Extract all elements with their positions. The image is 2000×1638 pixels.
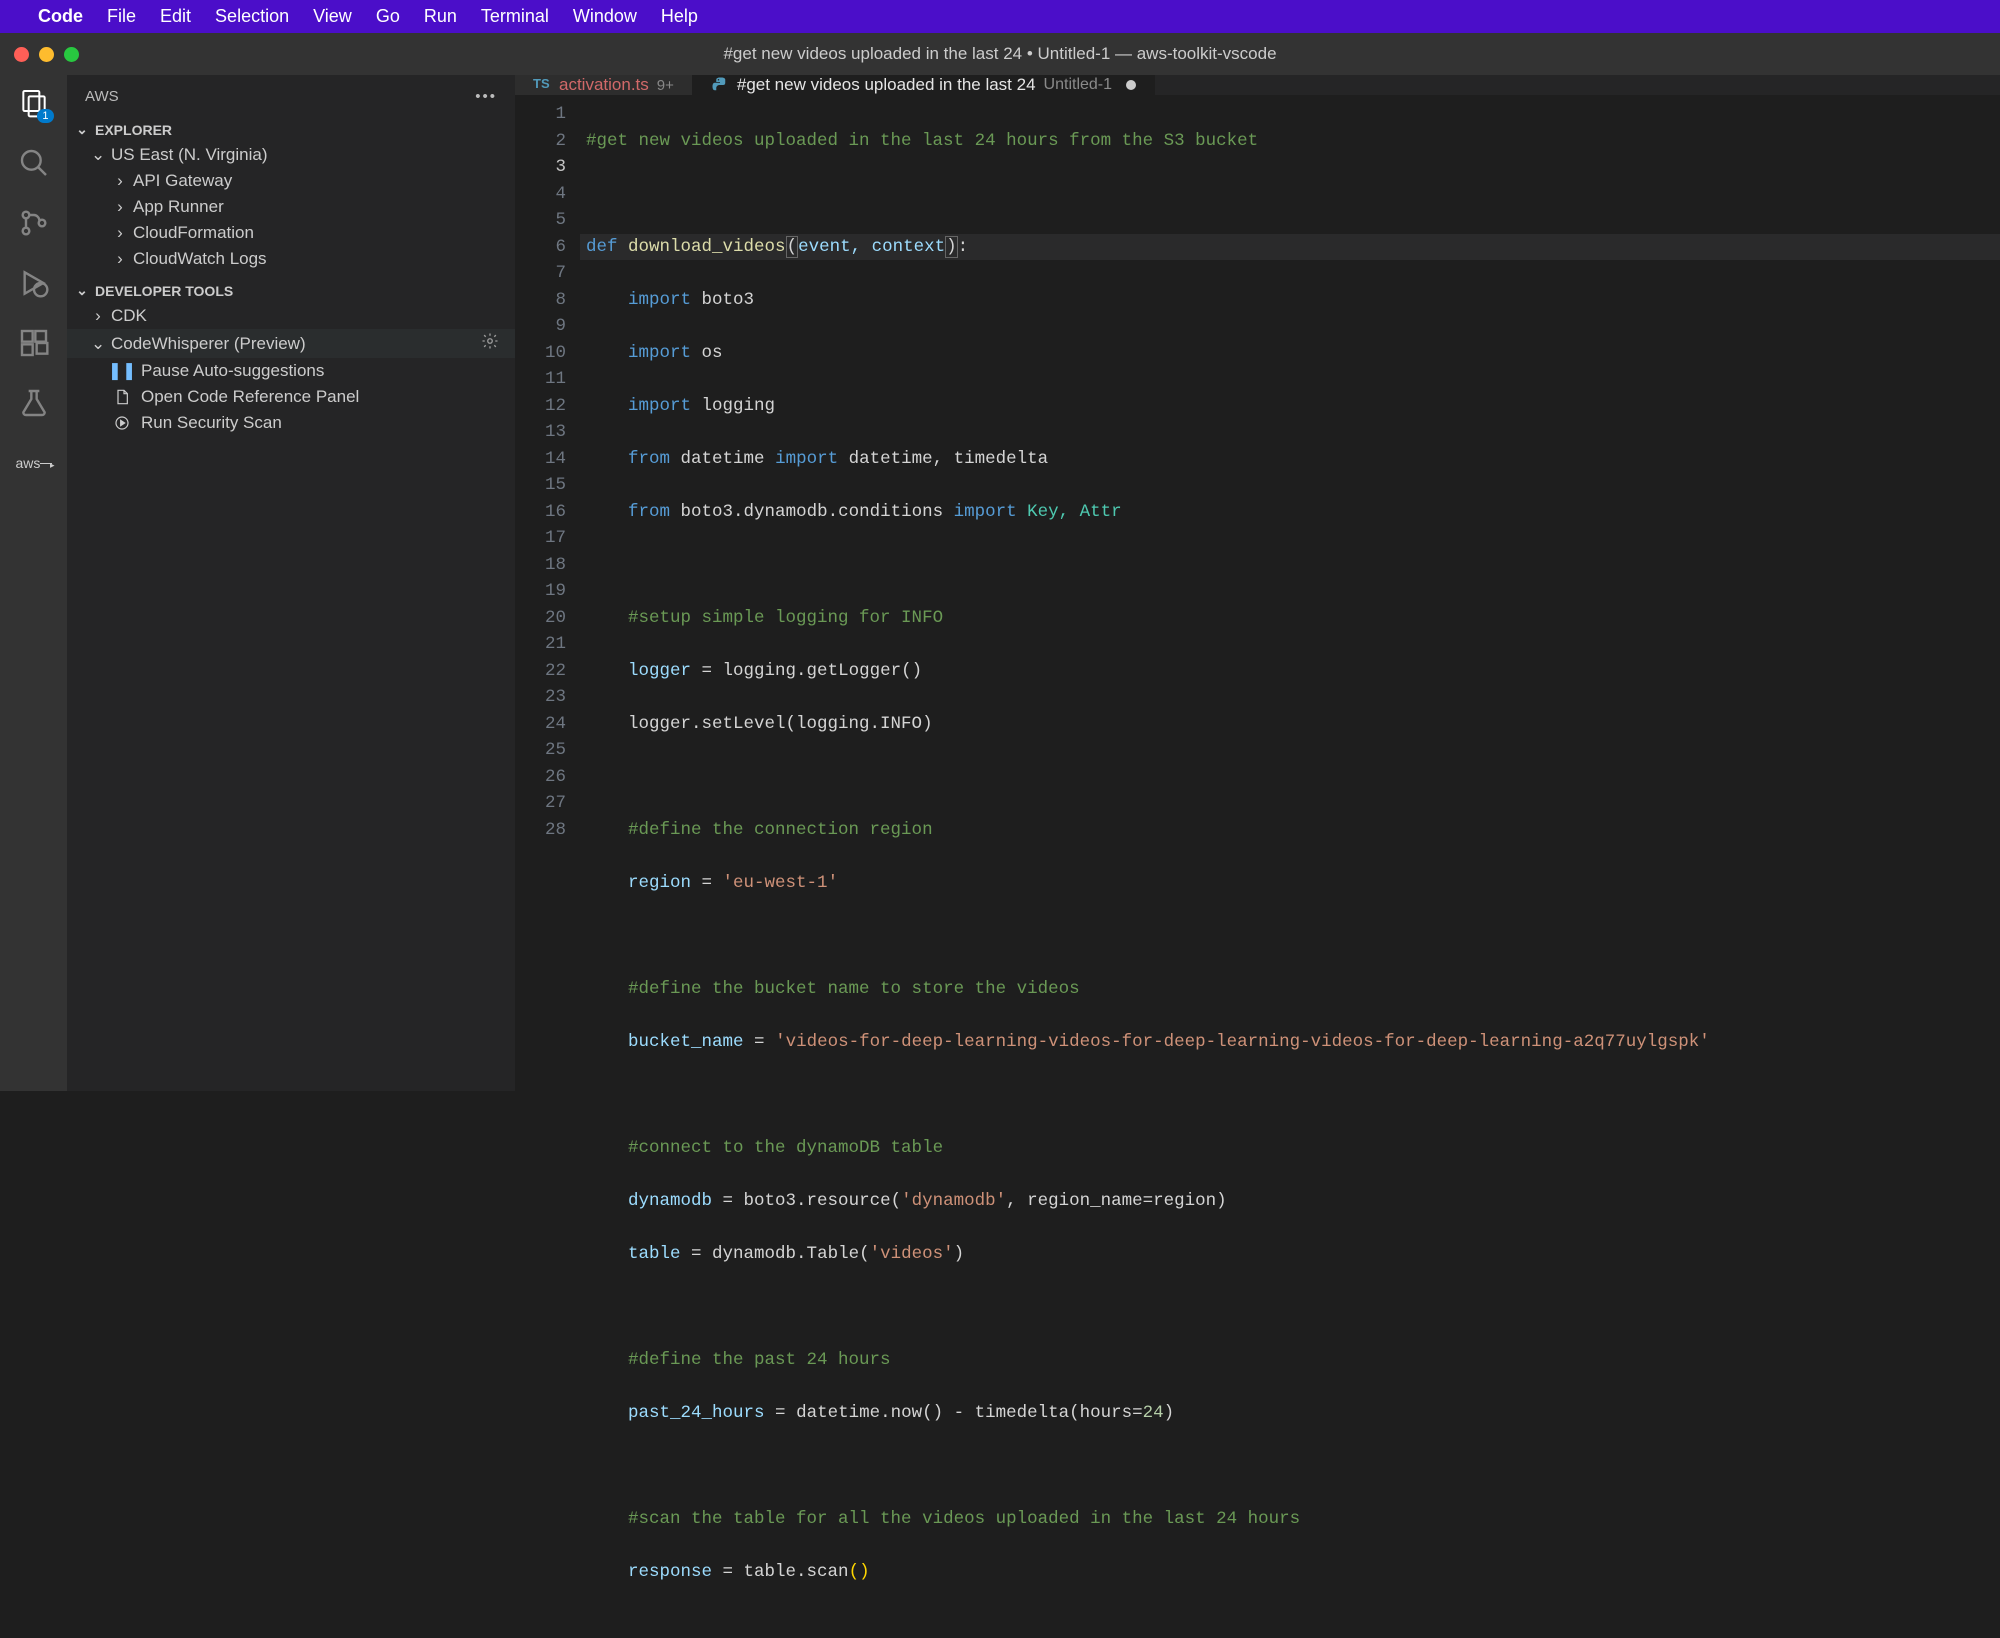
chevron-right-icon: › xyxy=(113,223,127,243)
testing-icon[interactable] xyxy=(16,385,52,421)
sidebar-more-icon[interactable]: ••• xyxy=(475,88,497,105)
service-api-gateway[interactable]: › API Gateway xyxy=(67,168,515,194)
close-window-button[interactable] xyxy=(14,47,29,62)
menubar-go[interactable]: Go xyxy=(376,6,400,27)
editor-area: TS activation.ts 9+ #get new videos uplo… xyxy=(515,75,2000,1091)
run-security-scan-action[interactable]: Run Security Scan xyxy=(67,410,515,436)
file-icon xyxy=(113,388,131,406)
aws-icon[interactable]: aws▸ xyxy=(16,445,52,481)
line-gutter: 1234567891011121314151617181920212223242… xyxy=(515,95,580,1638)
tab-subtitle: Untitled-1 xyxy=(1044,76,1112,94)
service-label: CloudFormation xyxy=(133,223,254,243)
service-cloudformation[interactable]: › CloudFormation xyxy=(67,220,515,246)
tab-filename: #get new videos uploaded in the last 24 xyxy=(737,75,1036,95)
maximize-window-button[interactable] xyxy=(64,47,79,62)
region-label: US East (N. Virginia) xyxy=(111,145,268,165)
chevron-right-icon: › xyxy=(113,197,127,217)
open-reference-panel-action[interactable]: Open Code Reference Panel xyxy=(67,384,515,410)
search-icon[interactable] xyxy=(16,145,52,181)
dirty-indicator-icon xyxy=(1126,80,1136,90)
cdk-label: CDK xyxy=(111,306,147,326)
activity-bar: 1 aws▸ xyxy=(0,75,67,1091)
sidebar-header: AWS ••• xyxy=(67,75,515,117)
pause-icon: ❚❚ xyxy=(113,362,131,380)
python-file-icon xyxy=(711,76,729,94)
menubar-run[interactable]: Run xyxy=(424,6,457,27)
chevron-right-icon: › xyxy=(113,249,127,269)
region-item[interactable]: ⌄ US East (N. Virginia) xyxy=(67,142,515,168)
service-cloudwatch-logs[interactable]: › CloudWatch Logs xyxy=(67,246,515,272)
editor-tabs: TS activation.ts 9+ #get new videos uplo… xyxy=(515,75,2000,95)
window-title: #get new videos uploaded in the last 24 … xyxy=(723,44,1276,64)
action-label: Open Code Reference Panel xyxy=(141,387,359,407)
codewhisperer-label: CodeWhisperer (Preview) xyxy=(111,334,306,354)
window-controls xyxy=(0,47,79,62)
tab-untitled-1[interactable]: #get new videos uploaded in the last 24 … xyxy=(693,75,1155,95)
pause-suggestions-action[interactable]: ❚❚ Pause Auto-suggestions xyxy=(67,358,515,384)
menubar-edit[interactable]: Edit xyxy=(160,6,191,27)
tab-filename: activation.ts xyxy=(559,75,649,95)
code-editor[interactable]: 1234567891011121314151617181920212223242… xyxy=(515,95,2000,1638)
explorer-badge: 1 xyxy=(37,109,53,123)
menubar-selection[interactable]: Selection xyxy=(215,6,289,27)
sidebar-title: AWS xyxy=(85,88,119,105)
source-control-icon[interactable] xyxy=(16,205,52,241)
menubar-file[interactable]: File xyxy=(107,6,136,27)
service-app-runner[interactable]: › App Runner xyxy=(67,194,515,220)
extensions-icon[interactable] xyxy=(16,325,52,361)
cdk-item[interactable]: › CDK xyxy=(67,303,515,329)
debug-start-icon xyxy=(113,414,131,432)
menubar-view[interactable]: View xyxy=(313,6,352,27)
menubar-window[interactable]: Window xyxy=(573,6,637,27)
macos-menubar: Code File Edit Selection View Go Run Ter… xyxy=(0,0,2000,33)
typescript-file-icon: TS xyxy=(533,76,551,94)
chevron-right-icon: › xyxy=(91,306,105,326)
explorer-section-label: EXPLORER xyxy=(95,122,172,138)
code-comment: #get new videos uploaded in the last 24 … xyxy=(586,131,1258,151)
tab-problems-badge: 9+ xyxy=(657,77,674,94)
chevron-down-icon: ⌄ xyxy=(75,282,89,299)
run-debug-icon[interactable] xyxy=(16,265,52,301)
codewhisperer-item[interactable]: ⌄ CodeWhisperer (Preview) xyxy=(67,329,515,358)
sidebar: AWS ••• ⌄ EXPLORER ⌄ US East (N. Virgini… xyxy=(67,75,515,1091)
dev-tools-label: DEVELOPER TOOLS xyxy=(95,283,233,299)
gear-icon[interactable] xyxy=(481,332,499,355)
minimize-window-button[interactable] xyxy=(39,47,54,62)
action-label: Run Security Scan xyxy=(141,413,282,433)
menubar-terminal[interactable]: Terminal xyxy=(481,6,549,27)
explorer-icon[interactable]: 1 xyxy=(16,85,52,121)
menubar-help[interactable]: Help xyxy=(661,6,698,27)
chevron-down-icon: ⌄ xyxy=(75,121,89,138)
explorer-section[interactable]: ⌄ EXPLORER xyxy=(67,117,515,142)
code-content[interactable]: #get new videos uploaded in the last 24 … xyxy=(580,95,2000,1638)
tab-activation-ts[interactable]: TS activation.ts 9+ xyxy=(515,75,693,95)
action-label: Pause Auto-suggestions xyxy=(141,361,324,381)
window-titlebar: #get new videos uploaded in the last 24 … xyxy=(0,33,2000,75)
chevron-down-icon: ⌄ xyxy=(91,334,105,354)
developer-tools-section[interactable]: ⌄ DEVELOPER TOOLS xyxy=(67,278,515,303)
service-label: CloudWatch Logs xyxy=(133,249,267,269)
service-label: App Runner xyxy=(133,197,224,217)
service-label: API Gateway xyxy=(133,171,232,191)
chevron-right-icon: › xyxy=(113,171,127,191)
menubar-app[interactable]: Code xyxy=(38,6,83,27)
chevron-down-icon: ⌄ xyxy=(91,145,105,165)
